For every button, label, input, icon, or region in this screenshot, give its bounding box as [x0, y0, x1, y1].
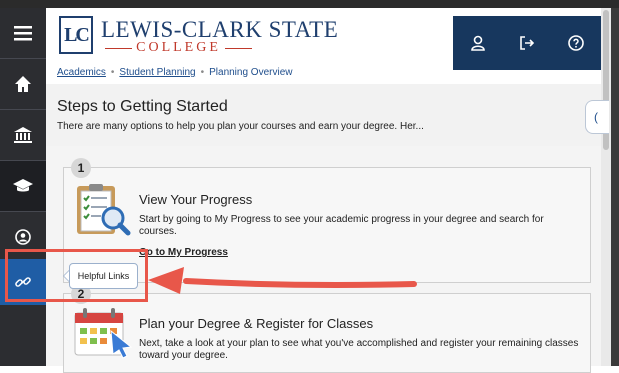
logo-rule-left: [105, 47, 133, 49]
breadcrumb-separator: •: [110, 67, 115, 78]
home-icon: [15, 76, 31, 92]
step-number-badge: 1: [71, 158, 91, 178]
clipboard-search-icon: [73, 182, 133, 245]
breadcrumb-academics[interactable]: Academics: [57, 67, 106, 78]
help-button[interactable]: [551, 16, 600, 70]
graduation-cap-icon: [13, 179, 33, 192]
calendar-icon: [73, 307, 135, 364]
user-circle-icon: [15, 229, 31, 245]
sidebar-item-academics[interactable]: [0, 161, 46, 211]
breadcrumb-planning-overview: Planning Overview: [209, 67, 293, 78]
header-actions: [453, 16, 601, 70]
browser-top-strip: [0, 0, 619, 8]
expand-panel-button[interactable]: (: [585, 100, 609, 134]
breadcrumb: Academics • Student Planning • Planning Over…: [57, 67, 292, 78]
helpful-links-tooltip: Helpful Links: [69, 263, 138, 289]
sidebar: [0, 8, 46, 366]
college-name-subline: COLLEGE: [101, 40, 256, 56]
menu-icon: [14, 26, 32, 41]
sidebar-item-home[interactable]: [0, 59, 46, 109]
breadcrumb-separator: •: [200, 67, 205, 78]
chevron-left-icon: (: [594, 110, 598, 124]
sidebar-item-finance[interactable]: [0, 110, 46, 160]
college-logo-monogram[interactable]: LC: [59, 16, 93, 54]
sign-out-button[interactable]: [502, 16, 551, 70]
help-icon: [567, 35, 584, 51]
go-to-my-progress-link[interactable]: Go to My Progress: [139, 247, 228, 258]
adjacent-window-strip: [611, 8, 619, 366]
step-1-description: Start by going to My Progress to see you…: [139, 214, 544, 237]
college-name-line2: COLLEGE: [136, 40, 221, 55]
step-1-title: View Your Progress: [139, 192, 253, 207]
logo-rule-right: [224, 47, 253, 49]
app-header: LC LEWIS-CLARK STATE COLLEGE: [46, 8, 601, 70]
annotation-arrow: [148, 267, 417, 294]
page-subtitle: There are many options to help you plan …: [57, 121, 424, 132]
page-title: Steps to Getting Started: [57, 98, 228, 115]
bank-icon: [14, 127, 32, 143]
user-profile-button[interactable]: [453, 16, 502, 70]
step-2-description: Next, take a look at your plan to see wh…: [139, 338, 579, 361]
sign-out-icon: [519, 36, 534, 50]
user-icon: [470, 35, 485, 51]
step-2-title: Plan your Degree & Register for Classes: [139, 316, 374, 331]
breadcrumb-student-planning[interactable]: Student Planning: [119, 67, 195, 78]
sidebar-menu-button[interactable]: [0, 8, 46, 58]
